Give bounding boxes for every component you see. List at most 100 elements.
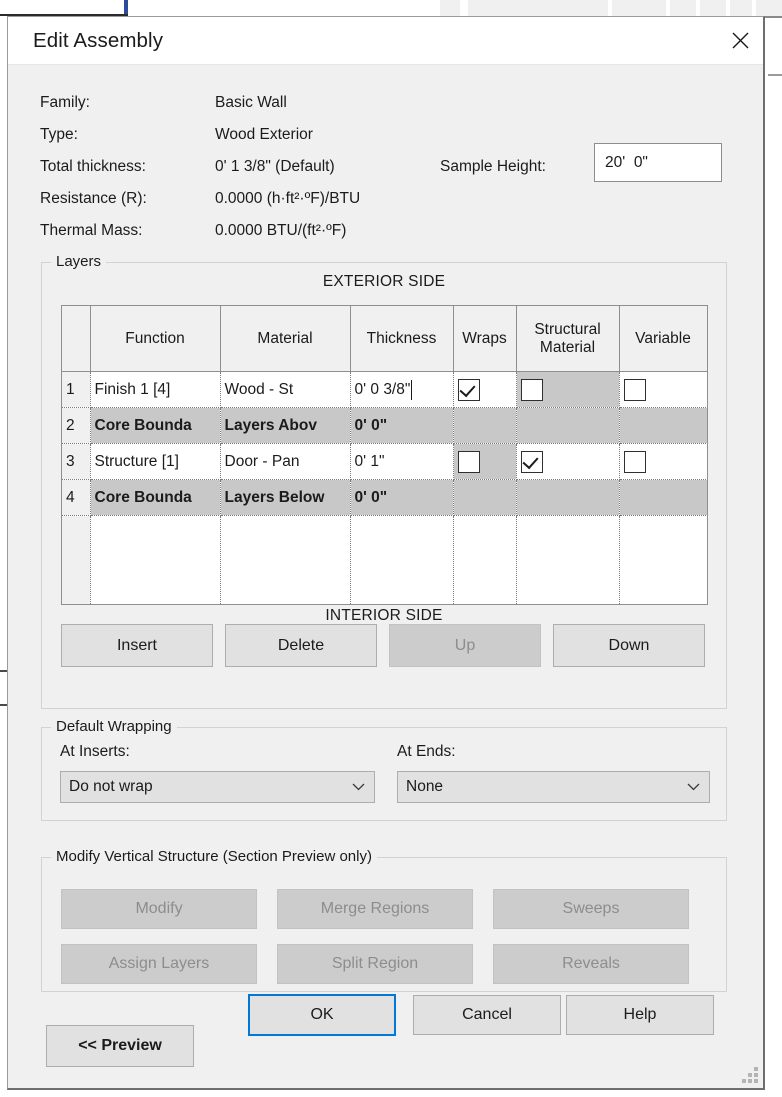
layers-table-container[interactable]: Function Material Thickness Wraps Struct… bbox=[61, 305, 708, 605]
cell-structural-material bbox=[516, 479, 620, 516]
property-label: Thermal Mass: bbox=[40, 222, 143, 239]
cell-empty bbox=[516, 515, 620, 604]
checkbox-variable[interactable] bbox=[623, 450, 646, 473]
cell-structural-material[interactable] bbox=[516, 443, 620, 480]
checkbox-wraps[interactable] bbox=[457, 450, 480, 473]
sample-height-input[interactable] bbox=[594, 143, 722, 182]
at-ends-value: None bbox=[406, 778, 444, 795]
at-inserts-value: Do not wrap bbox=[69, 778, 153, 795]
assembly-properties: Family: Basic Wall Type: Wood Exterior T… bbox=[8, 64, 763, 249]
dialog-titlebar[interactable]: Edit Assembly bbox=[8, 17, 763, 65]
row-index: 1 bbox=[62, 371, 91, 408]
ok-button[interactable]: OK bbox=[248, 994, 396, 1036]
default-wrapping-group: Default Wrapping At Inserts: Do not wrap… bbox=[41, 718, 727, 821]
cell-thickness-value: 0' 0 3/8" bbox=[354, 380, 411, 398]
edit-assembly-dialog: Edit Assembly Family: Basic Wall Type: W… bbox=[7, 16, 765, 1090]
cell-function[interactable]: Structure [1] bbox=[90, 443, 221, 480]
column-header-structural-material[interactable]: Structural Material bbox=[516, 306, 620, 372]
cell-function: Core Bounda bbox=[90, 407, 221, 444]
insert-layer-button[interactable]: Insert bbox=[61, 624, 213, 667]
cell-wraps bbox=[453, 479, 517, 516]
close-icon[interactable] bbox=[717, 17, 763, 63]
table-row: 4 Core Bounda Layers Below 0' 0" bbox=[62, 479, 707, 516]
cell-wraps bbox=[453, 407, 517, 444]
checkbox-structural-material[interactable] bbox=[520, 450, 543, 473]
delete-layer-button[interactable]: Delete bbox=[225, 624, 377, 667]
modify-button: Modify bbox=[61, 889, 257, 929]
resize-grip-icon[interactable] bbox=[742, 1067, 759, 1084]
checkbox-structural-material[interactable] bbox=[520, 378, 543, 401]
text-caret bbox=[411, 379, 413, 400]
layers-table: Function Material Thickness Wraps Struct… bbox=[62, 306, 707, 604]
cell-wraps[interactable] bbox=[453, 371, 517, 408]
property-label: Type: bbox=[40, 126, 78, 143]
row-index: 4 bbox=[62, 479, 91, 516]
at-inserts-label: At Inserts: bbox=[60, 743, 130, 760]
background-marker bbox=[124, 0, 128, 14]
column-header-function[interactable]: Function bbox=[90, 306, 221, 372]
cell-thickness[interactable]: 0' 1" bbox=[350, 443, 454, 480]
at-ends-label: At Ends: bbox=[397, 743, 456, 760]
chevron-down-icon bbox=[352, 772, 365, 802]
cell-variable bbox=[619, 407, 707, 444]
column-header-index bbox=[62, 306, 91, 372]
property-label: Total thickness: bbox=[40, 158, 146, 175]
help-button[interactable]: Help bbox=[566, 995, 714, 1035]
at-inserts-select[interactable]: Do not wrap bbox=[60, 771, 375, 803]
cell-variable[interactable] bbox=[619, 443, 707, 480]
sweeps-button: Sweeps bbox=[493, 889, 689, 929]
modify-vertical-structure-caption: Modify Vertical Structure (Section Previ… bbox=[51, 848, 377, 865]
cell-material: Layers Below bbox=[220, 479, 351, 516]
cell-wraps[interactable] bbox=[453, 443, 517, 480]
dialog-title: Edit Assembly bbox=[33, 29, 164, 52]
cell-material[interactable]: Door - Pan bbox=[220, 443, 351, 480]
default-wrapping-caption: Default Wrapping bbox=[51, 718, 177, 735]
property-value: 0.0000 BTU/(ft²·ºF) bbox=[215, 222, 347, 239]
background-rule-right bbox=[768, 74, 782, 76]
table-empty-area bbox=[62, 515, 707, 604]
property-label: Family: bbox=[40, 94, 90, 111]
interior-side-label: INTERIOR SIDE bbox=[325, 607, 443, 624]
table-header-row: Function Material Thickness Wraps Struct… bbox=[62, 306, 707, 372]
row-index: 3 bbox=[62, 443, 91, 480]
assign-layers-button: Assign Layers bbox=[61, 944, 257, 984]
preview-toggle-button[interactable]: << Preview bbox=[46, 1025, 194, 1067]
cell-variable bbox=[619, 479, 707, 516]
property-label: Resistance (R): bbox=[40, 190, 147, 207]
cell-material[interactable]: Wood - St bbox=[220, 371, 351, 408]
layers-group: Layers EXTERIOR SIDE Function Material T… bbox=[41, 253, 727, 709]
at-ends-select[interactable]: None bbox=[397, 771, 710, 803]
cell-thickness: 0' 0" bbox=[350, 407, 454, 444]
column-header-thickness[interactable]: Thickness bbox=[350, 306, 454, 372]
reveals-button: Reveals bbox=[493, 944, 689, 984]
cell-structural-material bbox=[516, 407, 620, 444]
cell-empty bbox=[350, 515, 454, 604]
row-index: 2 bbox=[62, 407, 91, 444]
checkbox-wraps[interactable] bbox=[457, 378, 480, 401]
modify-vertical-structure-group: Modify Vertical Structure (Section Previ… bbox=[41, 848, 727, 992]
move-layer-down-button[interactable]: Down bbox=[553, 624, 705, 667]
cell-function: Core Bounda bbox=[90, 479, 221, 516]
move-layer-up-button: Up bbox=[389, 624, 541, 667]
property-value: 0.0000 (h·ft²·ºF)/BTU bbox=[215, 190, 361, 207]
cell-thickness[interactable]: 0' 0 3/8" bbox=[350, 371, 454, 408]
cell-empty bbox=[90, 515, 221, 604]
sample-height-label: Sample Height: bbox=[440, 158, 546, 175]
cell-variable[interactable] bbox=[619, 371, 707, 408]
cancel-button[interactable]: Cancel bbox=[413, 995, 561, 1035]
table-row: 3 Structure [1] Door - Pan 0' 1" bbox=[62, 443, 707, 480]
cell-empty bbox=[453, 515, 517, 604]
column-header-wraps[interactable]: Wraps bbox=[453, 306, 517, 372]
cell-material: Layers Abov bbox=[220, 407, 351, 444]
cell-structural-material[interactable] bbox=[516, 371, 620, 408]
row-index-empty bbox=[62, 515, 91, 604]
column-header-material[interactable]: Material bbox=[220, 306, 351, 372]
cell-function[interactable]: Finish 1 [4] bbox=[90, 371, 221, 408]
table-row: 1 Finish 1 [4] Wood - St 0' 0 3/8" bbox=[62, 371, 707, 408]
merge-regions-button: Merge Regions bbox=[277, 889, 473, 929]
cell-thickness: 0' 0" bbox=[350, 479, 454, 516]
property-value: Wood Exterior bbox=[215, 126, 313, 143]
checkbox-variable[interactable] bbox=[623, 378, 646, 401]
column-header-variable[interactable]: Variable bbox=[619, 306, 707, 372]
split-region-button: Split Region bbox=[277, 944, 473, 984]
